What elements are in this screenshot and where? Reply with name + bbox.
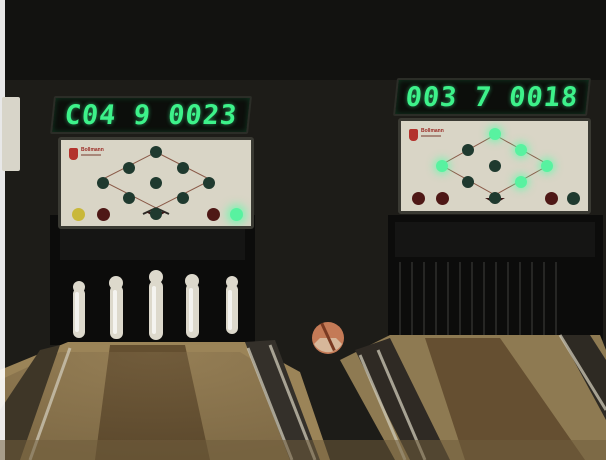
bowling-lanes-photo: C04 9 0023 Bollmann 003 7 0018 Bollmann xyxy=(0,0,606,460)
pin-lamp-right-5 xyxy=(488,160,501,172)
pin-panel-right: Bollmann xyxy=(398,118,591,214)
pin-lamp-left-1 xyxy=(150,146,162,159)
pin-lamp-right-3 xyxy=(514,143,527,156)
aux-lamp-left-2 xyxy=(96,207,110,221)
lanes-background xyxy=(0,0,606,460)
pin-lamp-right-6 xyxy=(540,160,553,172)
aux-lamp-right-3 xyxy=(544,192,558,206)
pin-lamp-left-3 xyxy=(176,161,189,174)
aux-lamp-left-4 xyxy=(229,207,243,221)
scoreboard-left: C04 9 0023 xyxy=(50,96,252,134)
scoreboard-right-text: 003 7 0018 xyxy=(404,81,580,113)
pin-lamp-left-4 xyxy=(96,177,109,189)
scoreboard-left-text: C04 9 0023 xyxy=(63,99,239,131)
aux-lamp-left-3 xyxy=(207,207,220,221)
pin-lamp-right-8 xyxy=(514,176,527,189)
aux-lamp-left-1 xyxy=(72,207,86,221)
pin-lamp-right-9 xyxy=(488,192,501,205)
pin-panel-left: Bollmann xyxy=(58,137,254,229)
pin-lamp-left-9 xyxy=(150,207,162,220)
pin-lamp-right-1 xyxy=(488,127,501,140)
side-card xyxy=(2,97,20,171)
scoreboard-right: 003 7 0018 xyxy=(393,78,591,116)
pin-lamp-left-2 xyxy=(123,161,136,174)
pin-lamp-left-5 xyxy=(150,177,162,189)
pin-lamp-left-8 xyxy=(176,192,189,205)
